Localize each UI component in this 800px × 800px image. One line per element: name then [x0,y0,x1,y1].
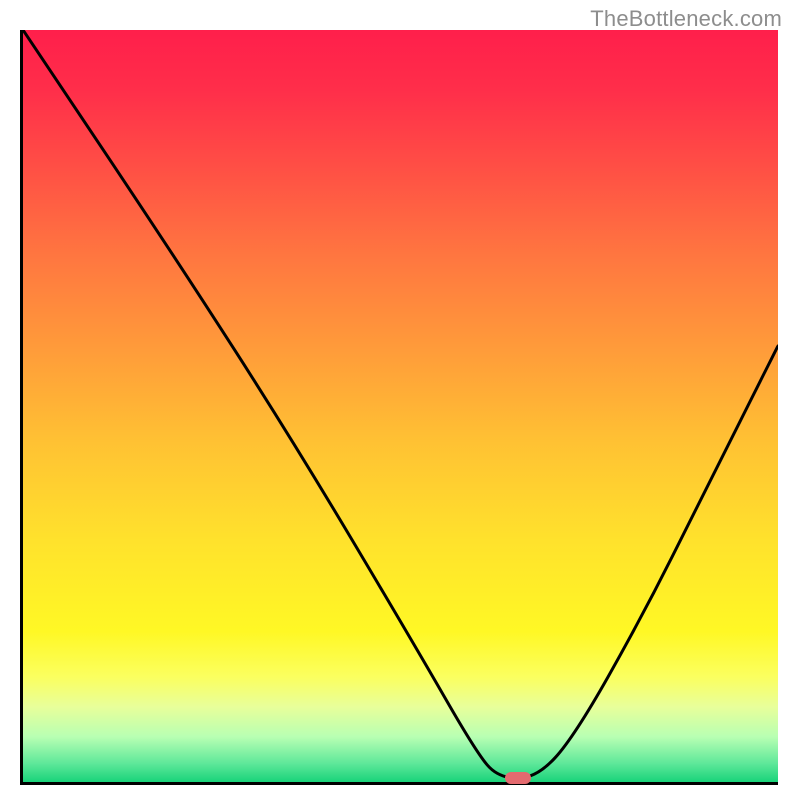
plot-area [20,30,778,785]
bottleneck-chart: TheBottleneck.com [0,0,800,800]
watermark-text: TheBottleneck.com [590,6,782,32]
bottleneck-curve-path [23,30,778,778]
curve-svg [23,30,778,782]
optimal-point-marker [505,772,531,784]
